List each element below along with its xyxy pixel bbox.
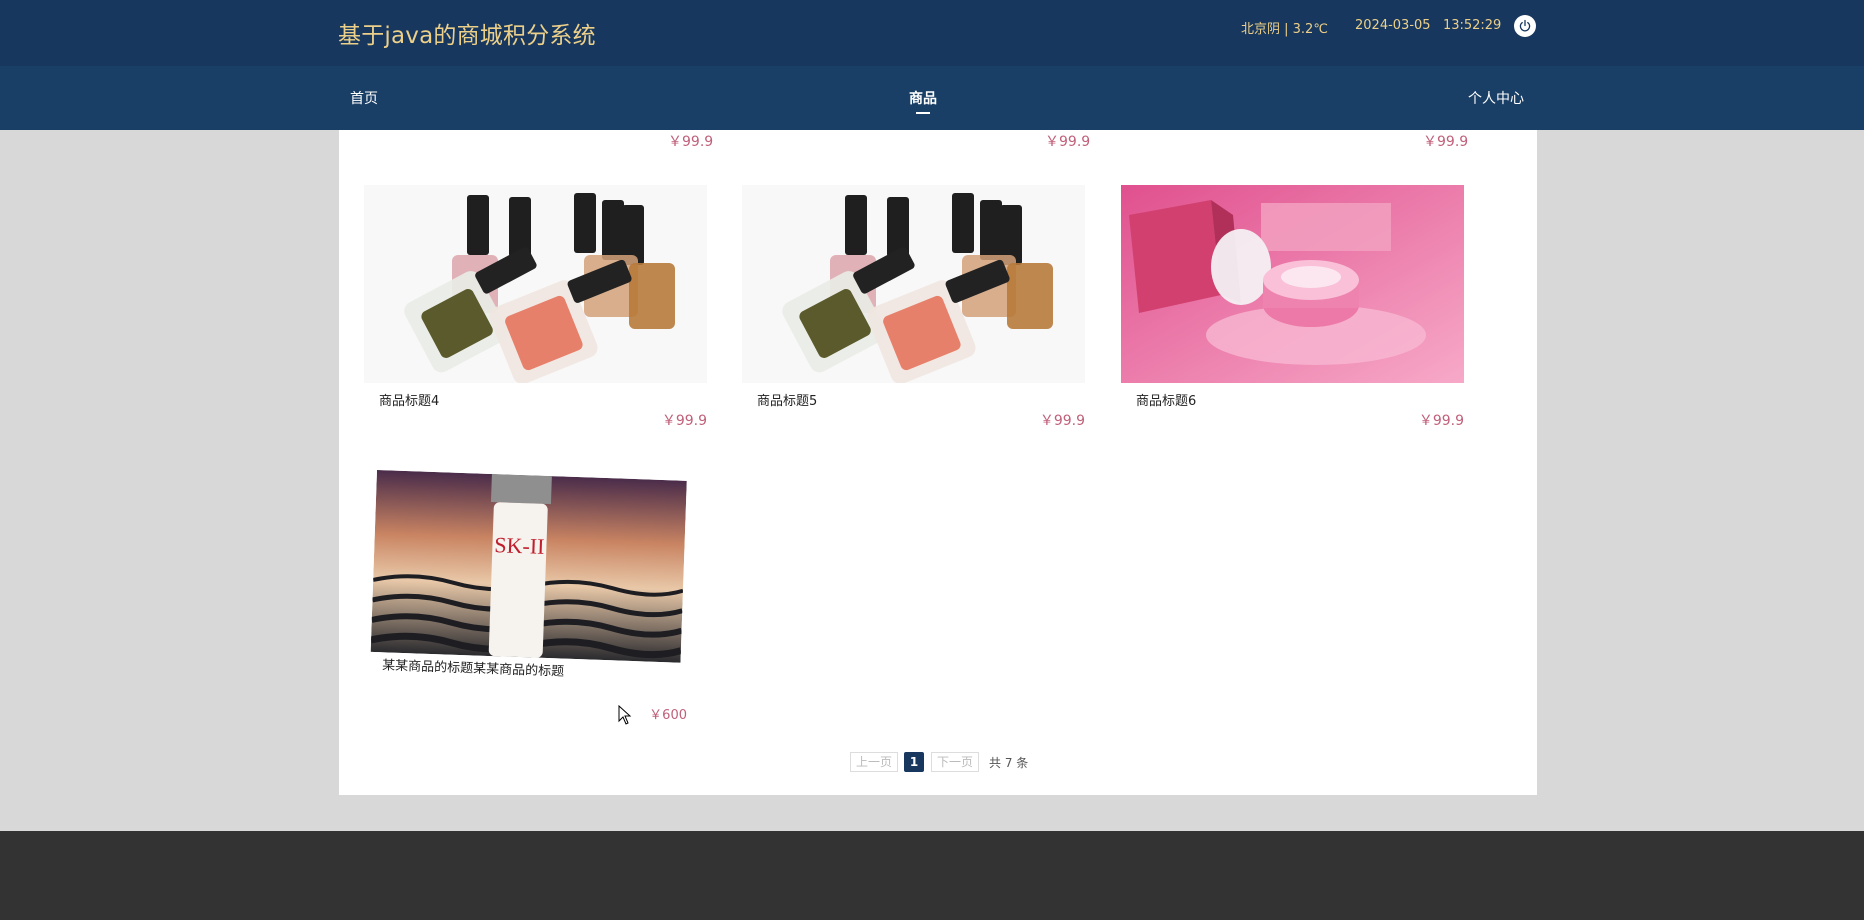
nav-item-personal-center[interactable]: 个人中心	[1468, 88, 1524, 108]
product-title[interactable]: 商品标题5	[757, 390, 817, 409]
nail-polish-image	[742, 185, 1085, 383]
nav-item-home[interactable]: 首页	[350, 88, 378, 108]
top-header: 基于java的商城积分系统 北京阴 | 3.2℃ 2024-03-05 13:5…	[0, 0, 1864, 66]
product-card[interactable]: 商品标题6 ￥99.9	[1121, 185, 1464, 429]
nav-active-indicator	[916, 112, 930, 114]
page-number-current[interactable]: 1	[904, 752, 924, 772]
next-page-button[interactable]: 下一页	[931, 752, 979, 772]
product-title[interactable]: 某某商品的标题某某商品的标题	[382, 654, 565, 679]
site-title: 基于java的商城积分系统	[338, 23, 596, 49]
product-price: ￥99.9	[1039, 413, 1085, 429]
product-card[interactable]: 商品标题4 ￥99.9	[364, 185, 707, 429]
cleansing-balm-image	[1121, 185, 1464, 383]
product-price: ￥99.9	[1418, 413, 1464, 429]
product-card[interactable]: SK-II 某某商品的标题某某商品的标题 ￥600	[370, 470, 687, 730]
product-title[interactable]: 商品标题4	[379, 390, 439, 409]
product-price: ￥600	[649, 708, 687, 723]
prev-page-button[interactable]: 上一页	[850, 752, 898, 772]
product-price: ￥99.9	[668, 134, 714, 150]
logout-button[interactable]	[1514, 15, 1536, 37]
total-count: 共 7 条	[989, 756, 1029, 770]
nav-item-products-label: 商品	[909, 91, 937, 107]
page-footer	[0, 831, 1864, 920]
power-icon	[1519, 19, 1531, 32]
product-price: ￥99.9	[1423, 134, 1469, 150]
product-image[interactable]	[742, 185, 1085, 383]
main-nav: 首页 商品 个人中心	[0, 66, 1864, 130]
product-price: ￥99.9	[1045, 134, 1091, 150]
product-price: ￥99.9	[661, 413, 707, 429]
product-list-panel: ￥99.9 ￥99.9 ￥99.9 商品标题4 ￥99.9 商品标题5 ￥99.…	[339, 130, 1537, 795]
pagination: 上一页 1 下一页 共 7 条	[339, 752, 1537, 772]
product-image[interactable]	[364, 185, 707, 383]
weather-text: 北京阴 | 3.2℃	[1241, 22, 1328, 37]
mouse-cursor-icon	[618, 705, 632, 725]
product-image[interactable]	[1121, 185, 1464, 383]
product-card[interactable]: 商品标题5 ￥99.9	[742, 185, 1085, 429]
svg-text:SK-II: SK-II	[494, 532, 545, 559]
product-title[interactable]: 商品标题6	[1136, 390, 1196, 409]
product-image[interactable]: SK-II	[370, 470, 687, 663]
datetime-text: 2024-03-05 13:52:29	[1355, 18, 1502, 33]
skincare-essence-image: SK-II	[370, 470, 687, 663]
nav-item-products[interactable]: 商品	[909, 88, 937, 114]
nail-polish-image	[364, 185, 707, 383]
